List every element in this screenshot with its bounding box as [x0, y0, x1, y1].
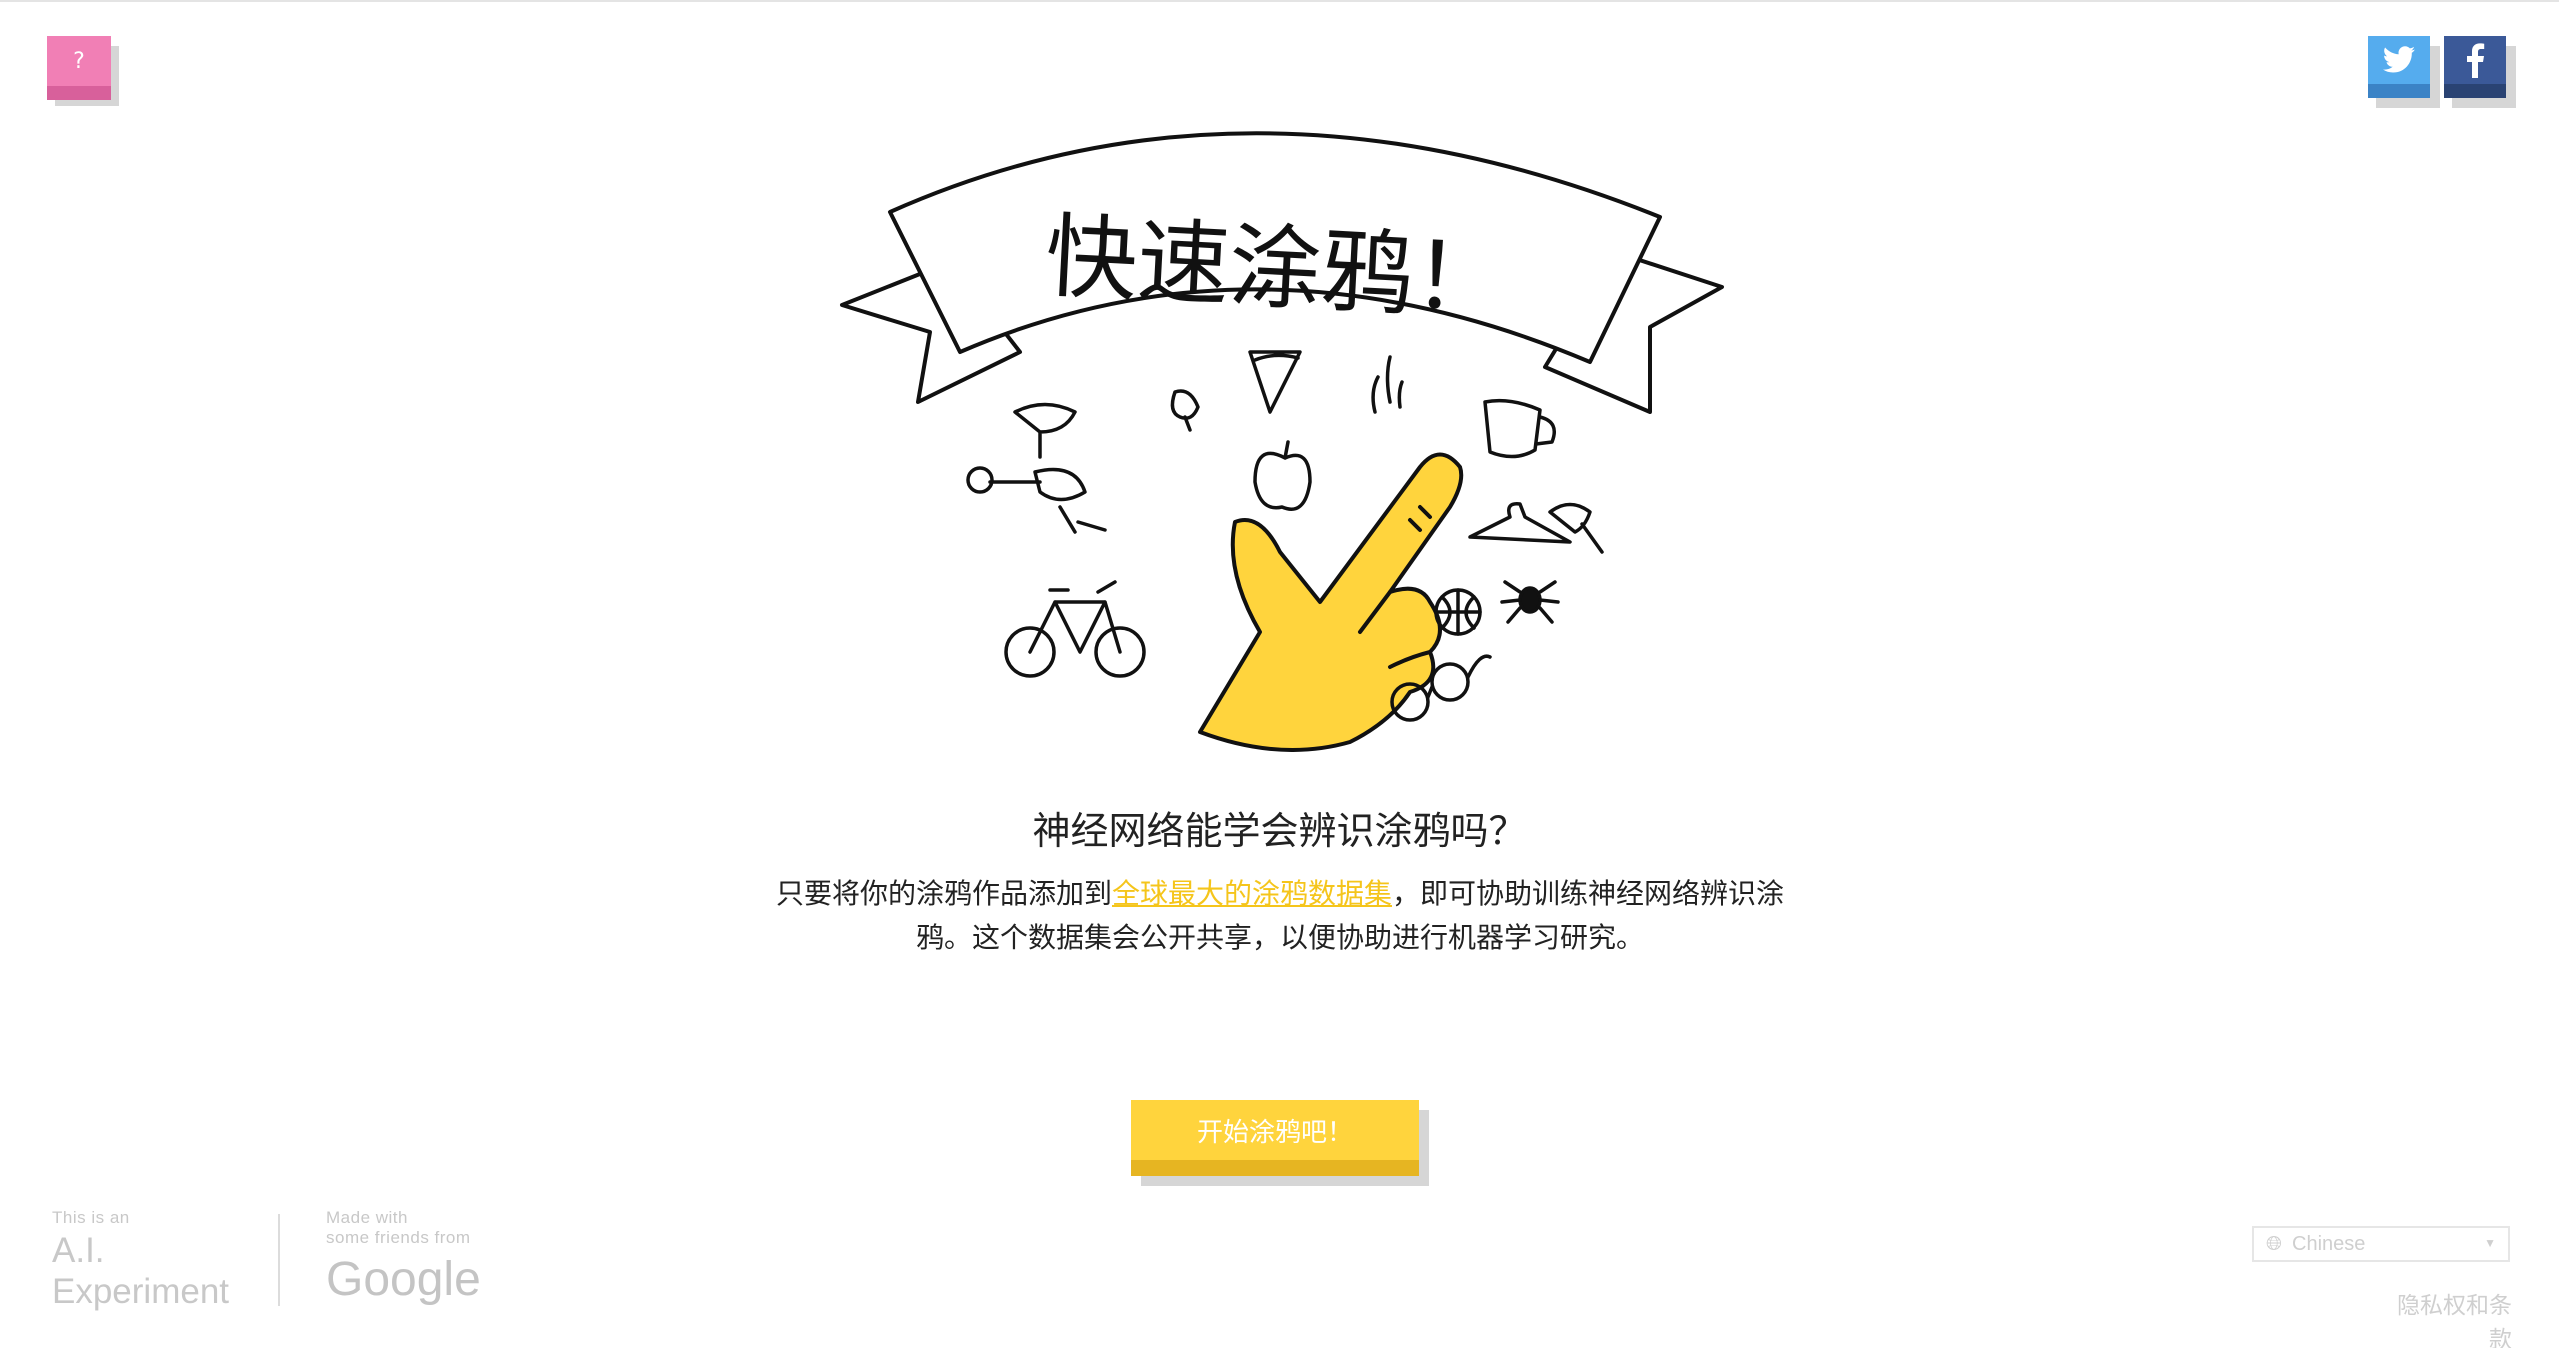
privacy-terms-link[interactable]: 隐私权和条款 — [2376, 1286, 2512, 1348]
help-button-label: ? — [47, 36, 111, 86]
made-with-google[interactable]: Made with some friends from Google — [326, 1208, 481, 1307]
made-with-line2: some friends from — [326, 1228, 471, 1247]
facebook-f-icon — [2467, 43, 2485, 78]
chevron-down-icon: ▼ — [2484, 1236, 2496, 1250]
hero-illustration: 快速涂鸦！ — [840, 131, 1724, 752]
machine-doodle — [988, 402, 1107, 534]
ai-experiment-caption: This is an — [52, 1208, 130, 1227]
footer-divider — [278, 1214, 280, 1306]
help-button[interactable]: ? — [47, 36, 119, 106]
language-select[interactable]: 🌐︎ Chinese ▼ — [2252, 1226, 2510, 1262]
twitter-share-button[interactable] — [2368, 36, 2440, 108]
twitter-button-edge — [2368, 84, 2430, 98]
headline: 神经网络能学会辨识涂鸦吗？ — [1032, 809, 1527, 853]
banner-title: 快速涂鸦！ — [1043, 203, 1508, 334]
pushpin-doodle — [1548, 502, 1604, 554]
start-button-edge — [1131, 1160, 1419, 1176]
description: 只要将你的涂鸦作品添加到全球最大的涂鸦数据集，即可协助训练神经网络辨识涂鸦。这个… — [760, 872, 1800, 960]
google-logo: Google — [326, 1253, 481, 1306]
lightbulb-doodle — [1170, 389, 1200, 432]
steam-doodle — [1371, 355, 1404, 414]
pizza-doodle — [1248, 350, 1302, 414]
spider-doodle — [1500, 580, 1560, 624]
dataset-link[interactable]: 全球最大的涂鸦数据集 — [1112, 877, 1392, 910]
globe-icon: 🌐︎ — [2266, 1232, 2282, 1255]
ai-experiment-line1: A.I. — [52, 1231, 105, 1270]
start-drawing-button[interactable]: 开始涂鸦吧！ — [1131, 1100, 1429, 1186]
bicycle-doodle — [1004, 580, 1146, 678]
facebook-share-button[interactable] — [2444, 36, 2516, 108]
page: ? 快速涂鸦！ 神经网络能学会辨识涂鸦吗？ 只要将你的涂鸦作品添加到全球最大的涂… — [0, 0, 2559, 1348]
language-value: Chinese — [2292, 1232, 2366, 1255]
description-before: 只要将你的涂鸦作品添加到 — [775, 877, 1112, 910]
ai-experiment-logo[interactable]: This is an A.I. Experiment — [52, 1208, 229, 1310]
help-button-edge — [47, 86, 111, 100]
pointing-hand — [1198, 452, 1464, 752]
facebook-button-edge — [2444, 84, 2506, 98]
wheel-doodle — [966, 466, 994, 494]
made-with-line1: Made with — [326, 1208, 408, 1227]
ai-experiment-line2: Experiment — [52, 1272, 230, 1311]
mug-doodle — [1483, 398, 1556, 459]
basketball-doodle — [1434, 588, 1482, 636]
apple-doodle — [1253, 440, 1312, 511]
twitter-bird-icon — [2382, 46, 2416, 73]
start-button-label: 开始涂鸦吧！ — [1131, 1100, 1419, 1160]
